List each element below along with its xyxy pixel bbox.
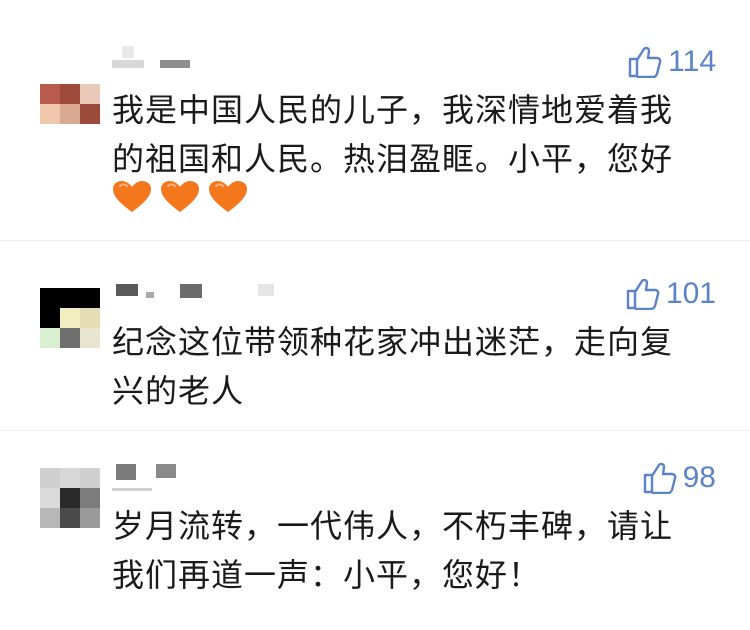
thumbs-up-icon (643, 462, 677, 494)
like-button[interactable]: 98 (643, 462, 716, 494)
comment-text-line: 我是中国人民的儿子，我深情地爱着我 (112, 91, 674, 129)
like-count: 101 (665, 277, 716, 310)
orange-heart-icon (160, 180, 200, 218)
thumbs-up-icon (628, 46, 662, 78)
comment-text: 纪念这位带领种花家冲出迷茫，走向复 兴的老人 (112, 318, 712, 416)
divider (0, 240, 750, 241)
comment-text-line: 兴的老人 (112, 372, 245, 410)
comment-text-line: 岁月流转，一代伟人，不朽丰碑，请让 (112, 507, 674, 545)
comment-text: 我是中国人民的儿子，我深情地爱着我 的祖国和人民。热泪盈眶。小平，您好 (112, 86, 712, 184)
like-button[interactable]: 101 (626, 278, 716, 310)
thumbs-up-icon (626, 278, 660, 310)
orange-heart-icon (112, 180, 152, 218)
like-button[interactable]: 114 (628, 46, 716, 78)
like-count: 114 (668, 45, 716, 78)
divider (0, 430, 750, 431)
like-count: 98 (682, 461, 716, 494)
comment-text: 岁月流转，一代伟人，不朽丰碑，请让 我们再道一声：小平，您好！ (112, 502, 712, 600)
comment-text-line: 我们再道一声：小平，您好！ (112, 556, 542, 594)
avatar[interactable] (40, 64, 100, 124)
username[interactable] (112, 46, 212, 68)
comment-text-line: 的祖国和人民。热泪盈眶。小平，您好 (112, 140, 674, 178)
username[interactable] (112, 278, 274, 300)
comment-text-line: 纪念这位带领种花家冲出迷茫，走向复 (112, 323, 674, 361)
heart-emoji-group (112, 180, 248, 218)
orange-heart-icon (208, 180, 248, 218)
avatar[interactable] (40, 288, 100, 348)
username[interactable] (112, 462, 212, 491)
avatar[interactable] (40, 468, 100, 528)
